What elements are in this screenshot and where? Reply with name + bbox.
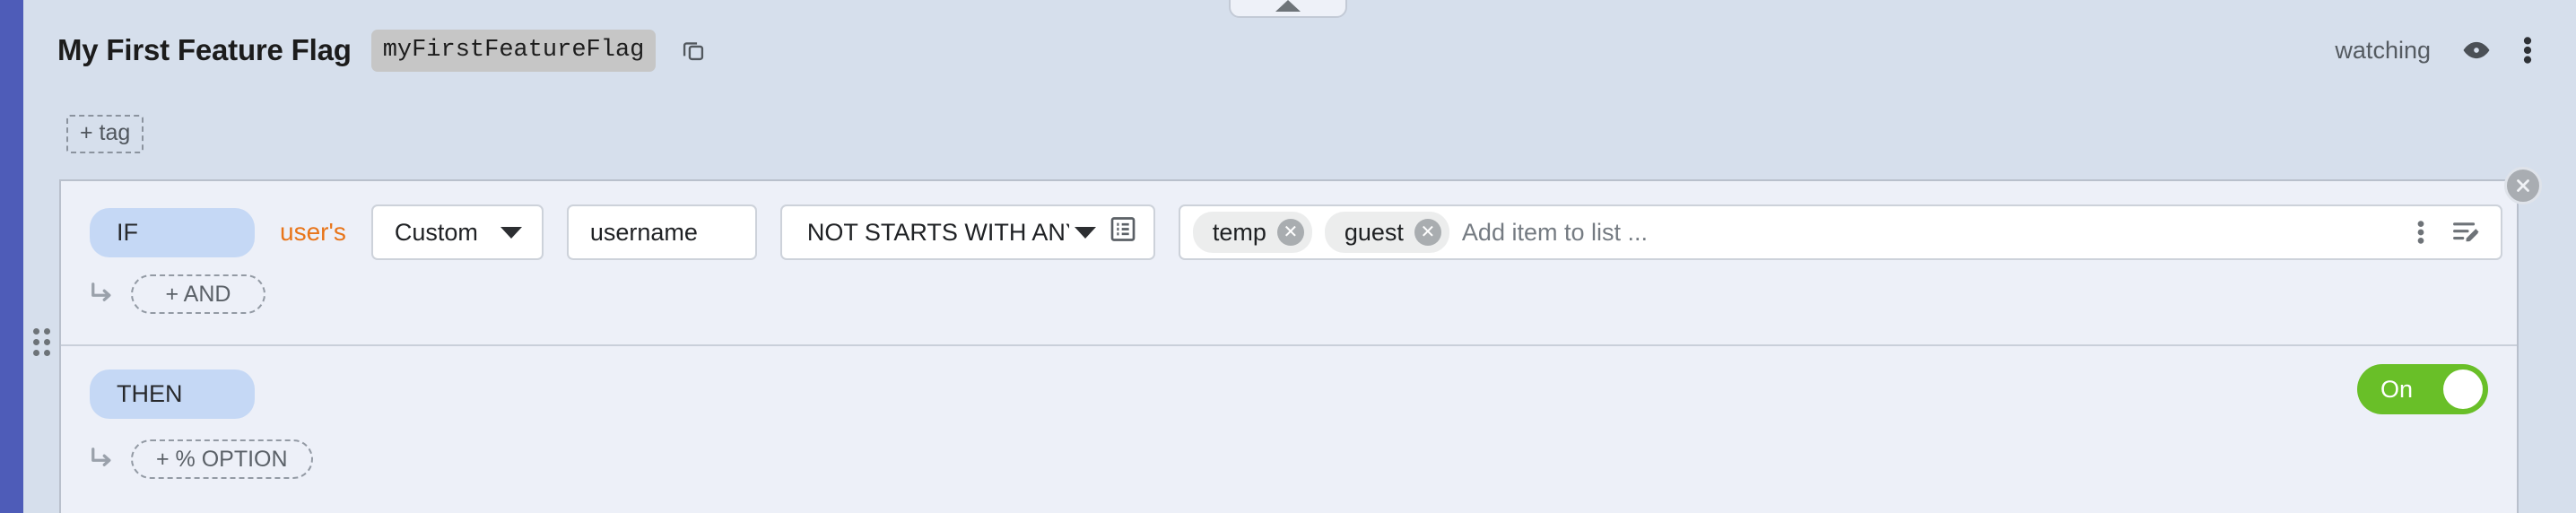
eye-icon[interactable] — [2461, 35, 2492, 65]
page-title: My First Feature Flag — [57, 33, 352, 66]
list-icon[interactable] — [1109, 215, 1137, 250]
value-chip-label: guest — [1344, 218, 1404, 246]
collapse-panel-tab[interactable] — [1229, 0, 1347, 18]
attribute-name-input[interactable]: username — [566, 204, 757, 260]
remove-chip-button[interactable]: ✕ — [1276, 219, 1304, 246]
comparator-select[interactable]: NOT STARTS WITH ANY O — [779, 204, 1155, 260]
enter-arrow-icon — [90, 447, 117, 472]
if-section: IF user's Custom username NOT STARTS WIT… — [61, 181, 2517, 346]
enter-arrow-icon — [90, 282, 117, 307]
left-accent-rail — [0, 0, 23, 513]
tag-row: + tag — [23, 100, 2576, 167]
add-item-input[interactable]: Add item to list ... — [1462, 219, 2416, 247]
attribute-type-value: Custom — [394, 218, 478, 246]
then-row: THEN — [90, 370, 2502, 419]
condition-owner-label: user's — [280, 218, 346, 246]
add-percentage-option-button[interactable]: + % OPTION — [131, 439, 313, 479]
flag-key-badge: myFirstFeatureFlag — [370, 29, 657, 72]
value-chips-field[interactable]: temp ✕ guest ✕ Add item to list ... — [1178, 204, 2502, 260]
value-chip: guest ✕ — [1324, 212, 1449, 253]
flag-state-toggle[interactable]: On — [2357, 364, 2488, 414]
add-and-row: + AND — [90, 274, 265, 314]
toggle-knob — [2443, 370, 2483, 409]
remove-chip-button[interactable]: ✕ — [1414, 219, 1441, 246]
more-vertical-icon[interactable] — [2522, 35, 2533, 65]
drag-handle-icon[interactable] — [23, 179, 59, 513]
attribute-type-select[interactable]: Custom — [370, 204, 544, 260]
attribute-name-value: username — [589, 218, 698, 246]
if-pill[interactable]: IF — [90, 207, 255, 257]
comparator-value: NOT STARTS WITH ANY O — [806, 218, 1069, 246]
close-rule-button[interactable] — [2504, 167, 2542, 204]
then-section: THEN On + % OPTION — [61, 346, 2517, 511]
watching-label: watching — [2335, 36, 2431, 64]
add-percentage-option-row: + % OPTION — [90, 439, 313, 479]
copy-icon[interactable] — [681, 38, 706, 63]
condition-row: IF user's Custom username NOT STARTS WIT… — [90, 204, 2502, 260]
more-vertical-icon[interactable] — [2416, 218, 2425, 247]
flag-header-right: watching — [2335, 35, 2533, 65]
then-pill[interactable]: THEN — [90, 370, 255, 419]
feature-flag-rule-editor: My First Feature Flag myFirstFeatureFlag… — [0, 0, 2576, 513]
value-chip-label: temp — [1212, 218, 1266, 246]
add-and-condition-button[interactable]: + AND — [131, 274, 265, 314]
edit-list-icon[interactable] — [2452, 219, 2483, 246]
flag-header-left: My First Feature Flag myFirstFeatureFlag — [57, 29, 706, 72]
chevron-up-icon — [1275, 0, 1301, 12]
drag-handle-dots — [32, 328, 50, 356]
add-tag-button[interactable]: + tag — [66, 114, 144, 153]
chevron-down-icon — [500, 226, 522, 239]
chevron-down-icon — [1074, 226, 1096, 239]
toggle-label: On — [2380, 375, 2414, 403]
value-chip: temp ✕ — [1192, 212, 1312, 253]
